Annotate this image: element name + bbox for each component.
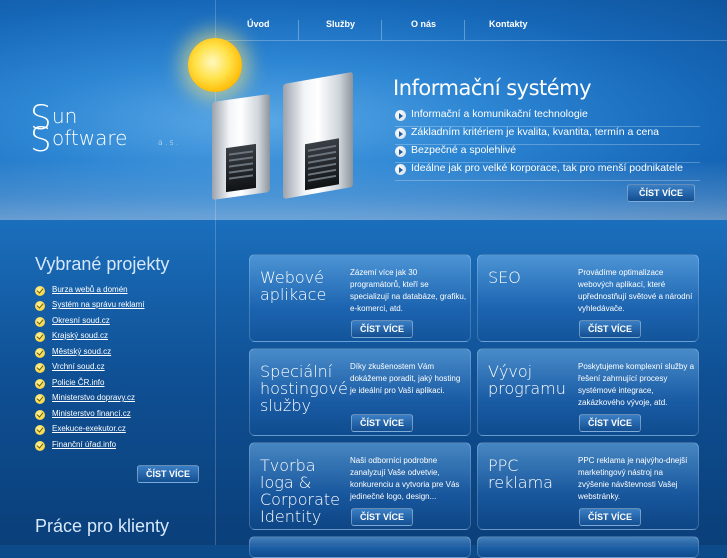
play-bullet-icon	[395, 110, 406, 121]
check-icon	[35, 441, 45, 451]
main-nav: Úvod Služby O nás Kontakty	[215, 0, 727, 41]
hero-headline: Informační systémy	[393, 76, 592, 100]
logo-suffix: a.s.	[158, 138, 181, 147]
clients-title: Práce pro klienty	[35, 516, 170, 536]
card-text: Díky zkušenostem Vám dokážeme poradit, j…	[350, 362, 461, 395]
logo-letter: S	[30, 120, 52, 160]
service-card-logo: Tvorba loga & Corporate Identity Naši od…	[249, 442, 471, 530]
nav-item-kontakty[interactable]: Kontakty	[489, 19, 528, 29]
hero-read-more-button[interactable]: ČÍST VÍCE	[627, 184, 695, 202]
read-more-button[interactable]: ČÍST VÍCE	[579, 414, 641, 432]
project-link[interactable]: Ministerstvo financí.cz	[52, 409, 131, 418]
check-icon	[35, 363, 45, 373]
projects-read-more-button[interactable]: ČÍST VÍCE	[137, 465, 199, 483]
feature-item: Základním kritériem je kvalita, kvantita…	[395, 125, 700, 145]
service-card-partial	[249, 536, 471, 558]
nav-item-uvod[interactable]: Úvod	[247, 19, 270, 29]
feature-item: Ideálne jak pro velké korporace, tak pro…	[395, 161, 700, 181]
nav-separator	[464, 20, 465, 40]
project-link[interactable]: Systém na správu reklamí	[52, 300, 144, 309]
check-icon	[35, 394, 45, 404]
project-link[interactable]: Městský soud.cz	[52, 347, 111, 356]
play-bullet-icon	[395, 128, 406, 139]
card-title: Tvorba loga & Corporate Identity	[260, 456, 340, 526]
check-icon	[35, 317, 45, 327]
project-link[interactable]: Okresní soud.cz	[52, 316, 110, 325]
service-card-web-apps: Webové aplikace Zázemí více jak 30 progr…	[249, 254, 471, 342]
project-link[interactable]: Policie ČR.info	[52, 378, 104, 387]
card-text: Poskytujeme komplexní služby a řešení za…	[578, 362, 695, 407]
nav-separator	[298, 20, 299, 40]
card-text: Naši odborníci podrobne zanalyzují Vaše …	[350, 456, 460, 501]
project-link[interactable]: Burza webů a domén	[52, 285, 128, 294]
card-title: Vývoj programu	[488, 362, 566, 398]
project-link[interactable]: Krajský soud.cz	[52, 331, 108, 340]
card-text: PPC reklama je najvýho-dnejší marketingo…	[578, 456, 688, 501]
feature-text: Bezpečné a spolehlivé	[411, 144, 517, 156]
project-link[interactable]: Exekuce-exekutor.cz	[52, 424, 126, 433]
nav-item-o-nas[interactable]: O nás	[411, 19, 436, 29]
project-link[interactable]: Finanční úřad.info	[52, 440, 116, 449]
feature-text: Ideálne jak pro velké korporace, tak pro…	[411, 162, 683, 174]
card-title: PPC reklama	[488, 456, 553, 492]
sun-graphic	[188, 38, 242, 92]
service-card-seo: SEO Provádíme optimalizace webových apli…	[477, 254, 699, 342]
projects-title: Vybrané projekty	[35, 254, 170, 274]
card-text: Zázemí více jak 30 programátorů, kteří s…	[350, 268, 467, 313]
play-bullet-icon	[395, 146, 406, 157]
logo-text: un	[52, 104, 78, 128]
card-title: Speciální hostingové služby	[260, 362, 348, 415]
feature-text: Informační a komunikační technologie	[411, 108, 588, 120]
card-text: Provádíme optimalizace webových aplikací…	[578, 268, 693, 313]
nav-separator	[381, 20, 382, 40]
sunsoftware-logo[interactable]: S un S oftware a.s.	[30, 98, 190, 160]
server-illustration	[283, 71, 353, 200]
project-link[interactable]: Vrchní soud.cz	[52, 362, 105, 371]
check-icon	[35, 348, 45, 358]
check-icon	[35, 410, 45, 420]
check-icon	[35, 332, 45, 342]
check-icon	[35, 286, 45, 296]
service-card-hosting: Speciální hostingové služby Díky zkušeno…	[249, 348, 471, 436]
read-more-button[interactable]: ČÍST VÍCE	[579, 508, 641, 526]
read-more-button[interactable]: ČÍST VÍCE	[351, 320, 413, 338]
service-card-ppc: PPC reklama PPC reklama je najvýho-dnejš…	[477, 442, 699, 530]
check-icon	[35, 301, 45, 311]
logo-text: oftware	[52, 126, 128, 150]
service-card-development: Vývoj programu Poskytujeme komplexní slu…	[477, 348, 699, 436]
project-link[interactable]: Ministerstvo dopravy.cz	[52, 393, 135, 402]
feature-item: Bezpečné a spolehlivé	[395, 143, 700, 163]
service-card-partial	[477, 536, 699, 558]
play-bullet-icon	[395, 164, 406, 175]
feature-text: Základním kritériem je kvalita, kvantita…	[411, 126, 660, 138]
read-more-button[interactable]: ČÍST VÍCE	[579, 320, 641, 338]
feature-item: Informační a komunikační technologie	[395, 107, 700, 127]
check-icon	[35, 425, 45, 435]
card-title: SEO	[488, 268, 521, 287]
check-icon	[35, 379, 45, 389]
server-illustration	[212, 93, 270, 201]
read-more-button[interactable]: ČÍST VÍCE	[351, 414, 413, 432]
read-more-button[interactable]: ČÍST VÍCE	[351, 508, 413, 526]
card-title: Webové aplikace	[260, 268, 327, 304]
nav-item-sluzby[interactable]: Služby	[326, 19, 355, 29]
